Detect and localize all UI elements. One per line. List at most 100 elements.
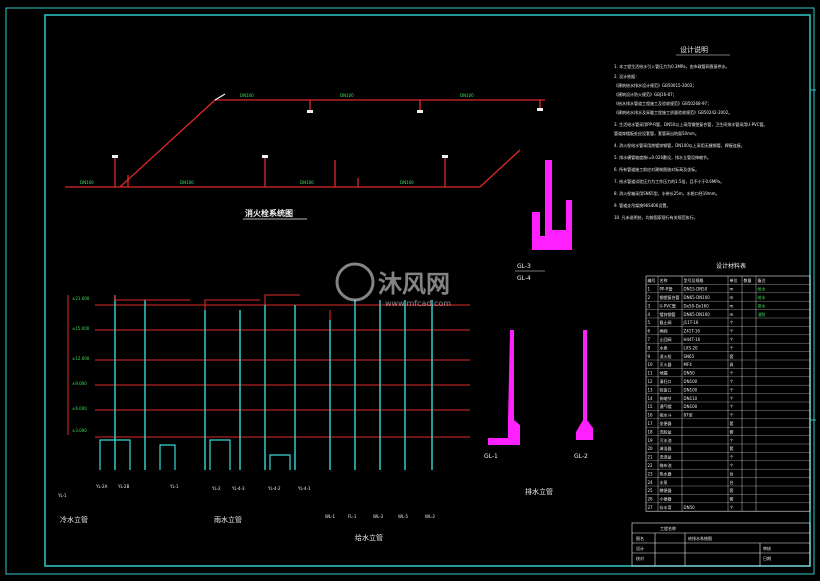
title-block-date: 日期 — [763, 555, 771, 561]
svg-text:DN100: DN100 — [340, 93, 354, 98]
materials-cell: 蹲便器 — [660, 487, 672, 493]
materials-cell: DN50 — [684, 371, 696, 376]
materials-cell: J11T-16 — [683, 320, 699, 325]
materials-cell: SN65 — [684, 354, 695, 359]
materials-cell: 止回阀 — [660, 336, 672, 342]
materials-cell: 个 — [730, 413, 734, 418]
materials-cell: 套 — [730, 487, 734, 493]
svg-text:±12.000: ±12.000 — [72, 356, 90, 361]
materials-header-cell: 单位 — [730, 277, 738, 283]
materials-cell: 镀锌钢管 — [660, 311, 676, 317]
materials-cell: 通气帽 — [660, 403, 672, 409]
materials-cell: m — [730, 303, 734, 308]
title-block-drawing-name: 给排水系统图 — [688, 535, 712, 541]
watermark-brand: 沐风网 — [378, 270, 450, 298]
svg-text:FL-1: FL-1 — [348, 514, 357, 519]
svg-text:YL-1: YL-1 — [169, 484, 179, 489]
materials-cell: DN100 — [684, 404, 698, 409]
materials-cell: m — [730, 312, 734, 317]
svg-text:DN100: DN100 — [80, 180, 94, 185]
materials-cell: 排水 — [758, 302, 766, 308]
svg-text:YL-4-2: YL-4-2 — [267, 486, 281, 491]
materials-cell: 个 — [730, 438, 734, 443]
fire-system-title: 消火栓系统图 — [245, 208, 293, 218]
design-note: 10. 凡未说明处，均按国家现行有关规范执行。 — [614, 214, 698, 220]
materials-cell: 22 — [648, 463, 654, 468]
svg-text:WL-3: WL-3 — [373, 514, 384, 519]
materials-cell: 个 — [730, 387, 734, 392]
design-note: 《建筑设计防火规范》GBJ16-87； — [614, 91, 677, 97]
materials-header-cell: 型号及规格 — [684, 277, 704, 283]
materials-cell: 钢塑复合管 — [660, 294, 680, 300]
svg-text:DN100: DN100 — [240, 93, 254, 98]
materials-cell: 27 — [648, 505, 654, 510]
materials-cell: m — [730, 287, 734, 292]
materials-cell: 个 — [730, 345, 734, 350]
svg-text:WL-5: WL-5 — [398, 514, 409, 519]
design-note: 5. 排水横管坡度按i=0.026敷设，排水立管设伸缩节。 — [614, 154, 711, 160]
svg-text:±3.000: ±3.000 — [72, 428, 87, 433]
materials-cell: 台 — [730, 479, 734, 485]
materials-cell: 套 — [730, 428, 734, 434]
svg-text:DN100: DN100 — [180, 180, 194, 185]
design-note: 《建筑给水排水设计规范》GB50015-2003； — [614, 82, 696, 88]
materials-header-cell: 名称 — [660, 277, 668, 283]
design-notes-title: 设计说明 — [680, 45, 708, 54]
svg-text:YL-4-3: YL-4-3 — [231, 486, 245, 491]
materials-cell: MF4 — [684, 362, 693, 367]
svg-text:YL-4-1: YL-4-1 — [297, 486, 311, 491]
materials-cell: 19 — [648, 438, 654, 443]
materials-cell: 25 — [648, 488, 654, 493]
svg-text:DN100: DN100 — [400, 180, 414, 185]
title-block-design: 设计 — [636, 545, 644, 551]
materials-cell: 检查口 — [660, 386, 672, 392]
materials-cell: 个 — [730, 379, 734, 384]
materials-header-cell: 编号 — [648, 277, 656, 283]
materials-cell: 拖布池 — [660, 462, 672, 468]
materials-cell: DN65-DN100 — [684, 295, 711, 300]
materials-cell: 17 — [648, 421, 654, 426]
materials-cell: Z41T-16 — [684, 329, 701, 334]
materials-cell: 套 — [730, 420, 734, 426]
materials-cell: H44T-16 — [684, 337, 701, 342]
design-note: 8. 消火栓箱采用SN65型，水带长25m，水枪口径19mm。 — [614, 190, 720, 196]
materials-cell: 雨水斗 — [660, 412, 672, 418]
materials-cell: 水泵 — [660, 479, 668, 485]
materials-cell: 个 — [730, 371, 734, 376]
materials-cell: 个 — [730, 337, 734, 342]
materials-cell: 26 — [648, 497, 654, 502]
materials-cell: 污水池 — [660, 437, 672, 443]
materials-cell: 清扫口 — [660, 378, 672, 384]
materials-cell: 16 — [648, 413, 654, 418]
svg-text:WL-2: WL-2 — [425, 514, 436, 519]
materials-cell: 13 — [648, 387, 654, 392]
materials-cell: DN100 — [684, 379, 698, 384]
materials-cell: De50-De160 — [684, 303, 710, 308]
materials-cell: 21 — [648, 455, 654, 460]
materials-cell: 热水器 — [660, 470, 672, 476]
rain-riser-title: 雨水立管 — [214, 515, 242, 524]
materials-cell: U-PVC管 — [660, 302, 676, 308]
materials-cell: DN15-DN50 — [684, 287, 708, 292]
title-block-check: 校对 — [636, 555, 644, 561]
gl3-label: GL-3 — [517, 263, 531, 270]
materials-cell: DN100 — [684, 387, 698, 392]
materials-cell: 20 — [648, 446, 654, 451]
materials-cell: 截止阀 — [660, 319, 672, 325]
materials-cell: DN50 — [684, 505, 696, 510]
svg-text:YL-2A: YL-2A — [95, 484, 108, 489]
svg-text:±21.000: ±21.000 — [72, 296, 90, 301]
materials-cell: 具 — [730, 361, 734, 367]
materials-header-cell: 备注 — [758, 277, 766, 283]
design-note: 《给水排水管道工程施工及验收规范》GB50268-97； — [614, 100, 711, 106]
cad-drawing-canvas: DN100 DN100 DN100 DN100 DN100 DN100 DN100 消火… — [0, 0, 820, 581]
materials-cell: 淋浴器 — [660, 445, 672, 451]
materials-cell: 给水 — [758, 294, 766, 300]
materials-title: 设计材料表 — [716, 262, 746, 270]
materials-cell: PP-R管 — [660, 286, 673, 292]
design-note: 4. 消火栓给水管采用热镀锌钢管，DN100以上采用无缝钢管，焊接连接。 — [614, 142, 745, 148]
materials-cell: 消火栓 — [660, 353, 672, 359]
materials-cell: 个 — [730, 505, 734, 510]
materials-cell: 个 — [730, 320, 734, 325]
supply-riser-title: 给水立管 — [355, 533, 383, 542]
